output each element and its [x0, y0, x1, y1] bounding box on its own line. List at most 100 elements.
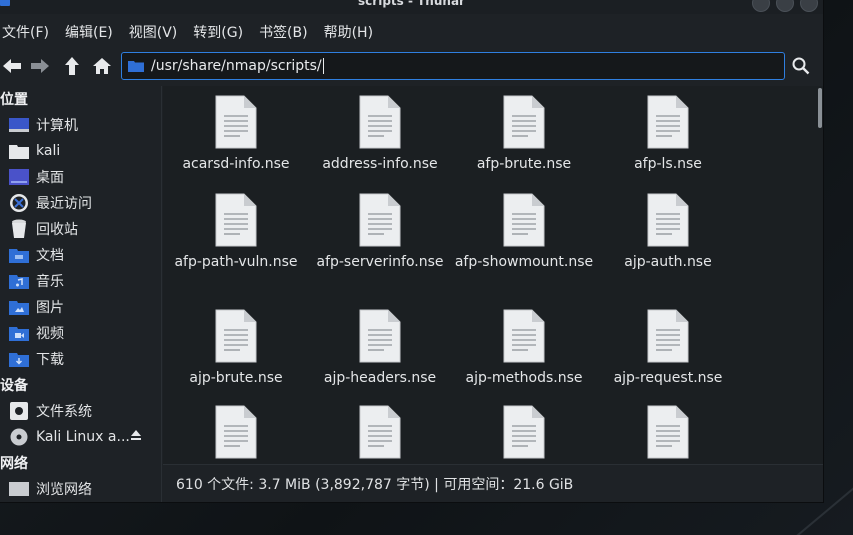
file-name: acarsd-info.nse: [182, 156, 290, 172]
file-name: afp-showmount.nse: [454, 254, 594, 270]
file-item[interactable]: ajp-methods.nse: [452, 308, 596, 386]
text-file-icon: [503, 405, 545, 459]
arrow-up-icon: [65, 57, 79, 75]
text-file-icon: [503, 95, 545, 149]
text-file-icon: [359, 309, 401, 363]
up-button[interactable]: [58, 52, 86, 80]
status-text: 610 个文件: 3.7 MiB (3,892,787 字节) | 可用空间：2…: [176, 477, 574, 493]
sidebar-item-browse-network[interactable]: 浏览网络: [0, 476, 161, 502]
sidebar-item-label: 图片: [36, 300, 64, 316]
sidebar-item-kali-disc[interactable]: Kali Linux a...: [0, 424, 161, 450]
sidebar-item-label: 最近访问: [36, 196, 92, 212]
sidebar: 位置 计算机 kali 桌面 最近访问 回收站 文档 音乐 图片 视频 下载 设…: [0, 86, 162, 502]
minimize-button[interactable]: [752, 0, 770, 12]
desktop-icon: [8, 168, 30, 186]
location-bar[interactable]: /usr/share/nmap/scripts/: [121, 52, 785, 80]
location-path: /usr/share/nmap/scripts/: [151, 58, 322, 74]
file-item[interactable]: ajp-brute.nse: [164, 308, 308, 386]
file-item[interactable]: [596, 404, 740, 464]
sidebar-section-places: 位置: [0, 92, 28, 108]
file-item[interactable]: [164, 404, 308, 464]
documents-folder-icon: [8, 246, 30, 264]
eject-icon[interactable]: [130, 429, 142, 445]
file-item[interactable]: ajp-headers.nse: [308, 308, 452, 386]
search-icon: [792, 57, 810, 75]
videos-folder-icon: [8, 324, 30, 342]
text-caret: [322, 58, 324, 74]
file-name: ajp-request.nse: [613, 370, 723, 386]
sidebar-item-trash[interactable]: 回收站: [0, 216, 161, 242]
file-item[interactable]: afp-showmount.nse: [452, 192, 596, 270]
maximize-button[interactable]: [776, 0, 794, 12]
sidebar-item-computer[interactable]: 计算机: [0, 112, 161, 138]
sidebar-item-downloads[interactable]: 下载: [0, 346, 161, 372]
file-name: ajp-headers.nse: [323, 370, 437, 386]
text-file-icon: [215, 405, 257, 459]
title-bar[interactable]: scripts - Thunar: [0, 0, 823, 14]
forward-button[interactable]: [26, 52, 54, 80]
sidebar-item-label: kali: [36, 143, 61, 159]
sidebar-item-label: 浏览网络: [36, 482, 92, 498]
file-item[interactable]: afp-path-vuln.nse: [164, 192, 308, 270]
file-name: ajp-methods.nse: [465, 370, 583, 386]
text-file-icon: [359, 193, 401, 247]
sidebar-item-label: 视频: [36, 326, 64, 342]
vertical-scrollbar[interactable]: [818, 88, 822, 128]
file-item[interactable]: ajp-auth.nse: [596, 192, 740, 270]
sidebar-item-filesystem[interactable]: 文件系统: [0, 398, 161, 424]
file-view[interactable]: acarsd-info.nse address-info.nse afp-brute…: [163, 86, 823, 464]
downloads-folder-icon: [8, 350, 30, 368]
text-file-icon: [647, 95, 689, 149]
sidebar-section-network: 网络: [0, 456, 28, 472]
home-icon: [93, 58, 111, 74]
text-file-icon: [647, 309, 689, 363]
sidebar-item-label: 回收站: [36, 222, 78, 238]
file-name: afp-serverinfo.nse: [316, 254, 444, 270]
file-item[interactable]: afp-ls.nse: [596, 94, 740, 172]
file-item[interactable]: afp-serverinfo.nse: [308, 192, 452, 270]
home-button[interactable]: [88, 52, 116, 80]
file-item[interactable]: acarsd-info.nse: [164, 94, 308, 172]
file-item[interactable]: [452, 404, 596, 464]
menu-help[interactable]: 帮助(H): [324, 22, 373, 42]
sidebar-item-label: 文档: [36, 248, 64, 264]
file-item[interactable]: address-info.nse: [308, 94, 452, 172]
sidebar-item-pictures[interactable]: 图片: [0, 294, 161, 320]
menu-view[interactable]: 视图(V): [129, 22, 178, 42]
sidebar-item-recent[interactable]: 最近访问: [0, 190, 161, 216]
file-item[interactable]: ajp-request.nse: [596, 308, 740, 386]
music-folder-icon: [8, 272, 30, 290]
network-icon: [8, 480, 30, 498]
sidebar-item-label: 计算机: [36, 118, 78, 134]
toolbar: /usr/share/nmap/scripts/: [0, 50, 823, 82]
file-manager-window: scripts - Thunar 文件(F) 编辑(E) 视图(V) 转到(G)…: [0, 0, 824, 503]
home-folder-icon: [8, 142, 30, 160]
menu-bookmarks[interactable]: 书签(B): [259, 22, 308, 42]
sidebar-item-documents[interactable]: 文档: [0, 242, 161, 268]
sidebar-item-kali[interactable]: kali: [0, 138, 161, 164]
back-button[interactable]: [0, 52, 26, 80]
filesystem-icon: [8, 402, 30, 420]
arrow-right-icon: [31, 59, 49, 73]
disc-icon: [8, 428, 30, 446]
sidebar-item-music[interactable]: 音乐: [0, 268, 161, 294]
recent-icon: [8, 194, 30, 212]
menu-file[interactable]: 文件(F): [2, 22, 49, 42]
file-name: address-info.nse: [322, 156, 438, 172]
sidebar-item-label: Kali Linux a...: [36, 429, 130, 445]
menu-edit[interactable]: 编辑(E): [65, 22, 113, 42]
text-file-icon: [503, 193, 545, 247]
sidebar-item-desktop[interactable]: 桌面: [0, 164, 161, 190]
folder-icon: [128, 61, 144, 72]
menu-go[interactable]: 转到(G): [193, 22, 243, 42]
sidebar-item-label: 桌面: [36, 170, 64, 186]
sidebar-section-devices: 设备: [0, 378, 28, 394]
text-file-icon: [359, 405, 401, 459]
file-item[interactable]: afp-brute.nse: [452, 94, 596, 172]
close-button[interactable]: [800, 0, 818, 12]
file-item[interactable]: [308, 404, 452, 464]
sidebar-item-videos[interactable]: 视频: [0, 320, 161, 346]
search-button[interactable]: [790, 52, 812, 80]
text-file-icon: [215, 309, 257, 363]
text-file-icon: [359, 95, 401, 149]
